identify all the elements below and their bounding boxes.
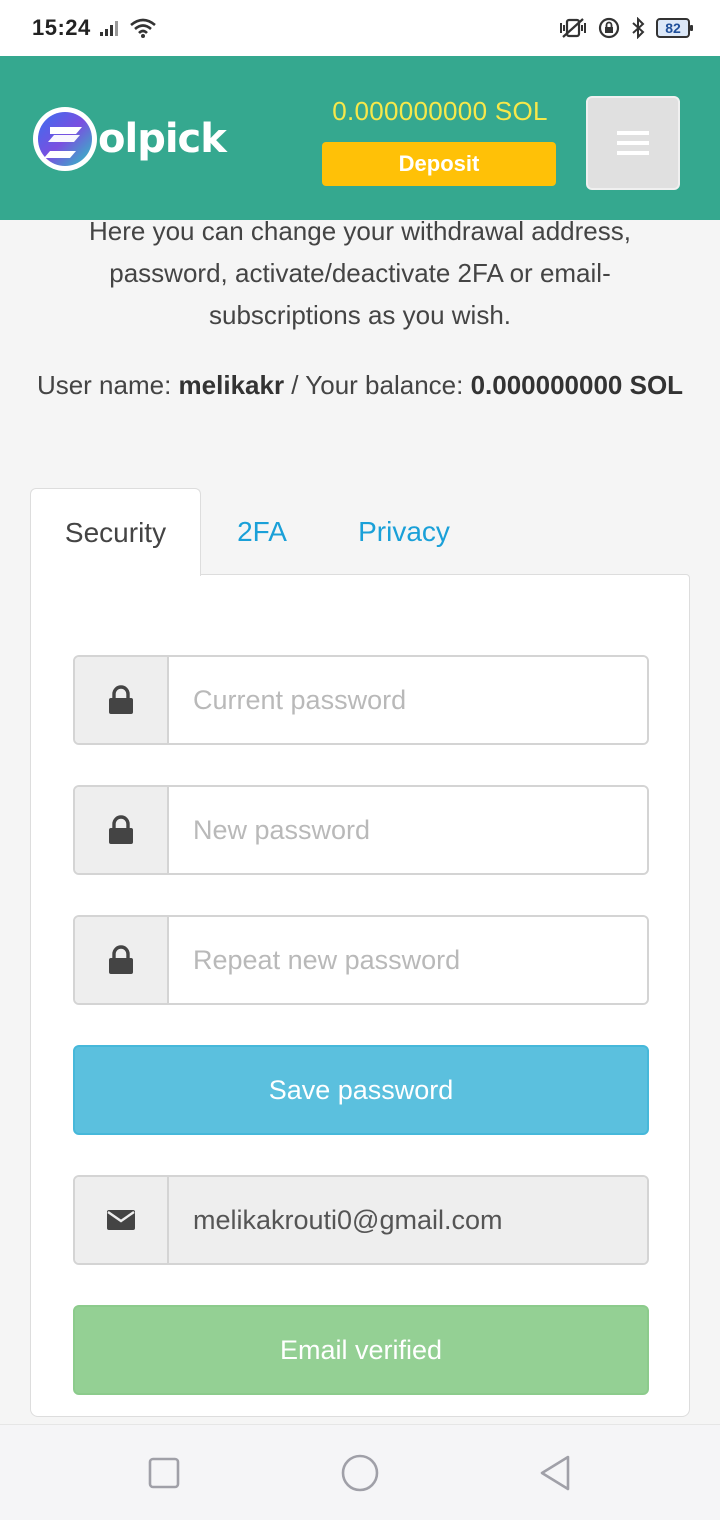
current-password-addon bbox=[75, 657, 169, 743]
tab-privacy[interactable]: Privacy bbox=[344, 488, 464, 575]
menu-button[interactable] bbox=[586, 96, 680, 190]
repeat-password-addon bbox=[75, 917, 169, 1003]
tab-security[interactable]: Security bbox=[30, 488, 201, 576]
battery-icon: 82 bbox=[656, 18, 693, 38]
app-header: olpick 0.000000000 SOL Deposit bbox=[0, 56, 720, 220]
wifi-icon bbox=[129, 18, 156, 38]
header-balance: 0.000000000 SOL bbox=[332, 96, 548, 126]
email-verified-button[interactable]: Email verified bbox=[73, 1305, 649, 1395]
user-name-label: User name: bbox=[36, 370, 179, 400]
status-time: 15:24 bbox=[32, 15, 91, 40]
user-balance: 0.000000000 SOL bbox=[470, 370, 684, 400]
security-panel: Save password Email verified bbox=[30, 574, 690, 1417]
new-password-addon bbox=[75, 787, 169, 873]
email-addon bbox=[75, 1177, 169, 1263]
settings-content: Here you can change your withdrawal addr… bbox=[0, 220, 720, 1424]
hamburger-icon bbox=[617, 131, 649, 155]
signal-icon bbox=[99, 21, 118, 36]
current-password-input[interactable] bbox=[169, 657, 647, 743]
lock-icon bbox=[109, 685, 133, 714]
save-password-button[interactable]: Save password bbox=[73, 1045, 649, 1135]
lock-icon bbox=[109, 945, 133, 974]
user-info-line: User name: melikakr / Your balance: 0.00… bbox=[30, 364, 690, 406]
navigation-bar bbox=[0, 1424, 720, 1520]
settings-tabs: Security 2FA Privacy bbox=[30, 488, 690, 576]
solpick-logo[interactable]: olpick bbox=[30, 104, 227, 174]
recents-icon[interactable] bbox=[144, 1453, 184, 1493]
lock-icon bbox=[109, 815, 133, 844]
bluetooth-icon bbox=[632, 17, 645, 39]
vibrate-mute-icon bbox=[560, 18, 586, 38]
balance-label: / Your balance: bbox=[284, 370, 471, 400]
deposit-button[interactable]: Deposit bbox=[322, 142, 556, 186]
envelope-icon bbox=[107, 1210, 135, 1230]
repeat-password-input[interactable] bbox=[169, 917, 647, 1003]
rotation-lock-icon bbox=[598, 17, 620, 39]
email-field[interactable] bbox=[169, 1177, 647, 1263]
status-bar: 15:24 82 bbox=[0, 0, 720, 56]
tab-2fa[interactable]: 2FA bbox=[220, 488, 304, 575]
intro-text: Here you can change your withdrawal addr… bbox=[89, 220, 631, 330]
logo-text: olpick bbox=[98, 116, 227, 162]
home-icon[interactable] bbox=[340, 1453, 380, 1493]
email-group bbox=[73, 1175, 649, 1265]
back-icon[interactable] bbox=[536, 1453, 576, 1493]
repeat-password-group bbox=[73, 915, 649, 1005]
new-password-group bbox=[73, 785, 649, 875]
logo-icon bbox=[33, 107, 97, 171]
new-password-input[interactable] bbox=[169, 787, 647, 873]
current-password-group bbox=[73, 655, 649, 745]
username: melikakr bbox=[178, 370, 285, 400]
